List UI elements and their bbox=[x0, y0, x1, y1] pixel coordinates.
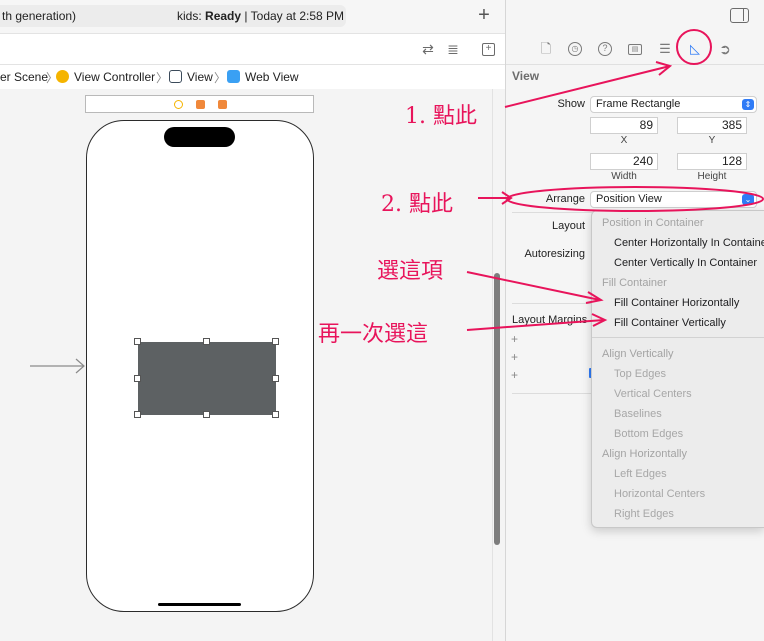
show-value: Frame Rectangle bbox=[596, 98, 681, 110]
x-label: X bbox=[620, 135, 628, 146]
build-status: kids: Ready | Today at 2:58 PM bbox=[177, 9, 344, 23]
resize-handle[interactable] bbox=[203, 338, 210, 345]
menu-item-fill-horizontally[interactable]: Fill Container Horizontally bbox=[592, 293, 764, 313]
editor-toolbar: ⇄ ≣ + bbox=[0, 33, 505, 65]
chevron-down-icon: ⌄ bbox=[742, 194, 754, 205]
add-icon[interactable]: + bbox=[476, 5, 492, 25]
scrollbar-thumb[interactable] bbox=[494, 273, 500, 545]
menu-item-vertical-centers: Vertical Centers bbox=[614, 388, 692, 400]
connections-icon[interactable]: ➲ bbox=[718, 42, 732, 56]
resize-handle[interactable] bbox=[272, 375, 279, 382]
menu-item-center-vertically[interactable]: Center Vertically In Container bbox=[592, 253, 764, 273]
arrange-menu: Position in Container Center Horizontall… bbox=[591, 210, 764, 528]
menu-header: Fill Container bbox=[602, 277, 667, 289]
arrange-popup[interactable]: Position View ⌄ bbox=[590, 191, 757, 208]
breadcrumb-view-controller[interactable]: View Controller bbox=[74, 70, 155, 84]
show-popup[interactable]: Frame Rectangle ⇕ bbox=[590, 96, 757, 113]
scheme-destination-label[interactable]: th generation) bbox=[2, 9, 76, 23]
breadcrumb: er Scene 〉 View Controller 〉 View 〉 Web … bbox=[0, 66, 505, 88]
y-label: Y bbox=[708, 135, 716, 146]
file-icon[interactable]: 🗋 bbox=[539, 42, 553, 56]
menu-item-top-edges: Top Edges bbox=[614, 368, 666, 380]
layout-margins-label: Layout Margins bbox=[512, 314, 588, 326]
view-controller-icon bbox=[56, 70, 69, 83]
add-variation-icon[interactable]: + bbox=[511, 350, 518, 364]
size-ruler-icon[interactable]: ◺ bbox=[688, 42, 702, 56]
home-indicator bbox=[158, 603, 241, 606]
related-items-icon[interactable]: ⇄ bbox=[420, 41, 436, 57]
menu-item-horizontal-centers: Horizontal Centers bbox=[614, 488, 706, 500]
status-state: Ready bbox=[205, 9, 242, 23]
width-field[interactable]: 240 bbox=[590, 153, 658, 170]
annotation-step-4: 再一次選這 bbox=[318, 322, 429, 347]
divider bbox=[512, 303, 592, 304]
chevron-updown-icon: ⇕ bbox=[742, 99, 754, 110]
entry-point-arrow[interactable] bbox=[30, 358, 86, 374]
menu-item-center-horizontally[interactable]: Center Horizontally In Container bbox=[592, 233, 764, 253]
menu-item-baselines: Baselines bbox=[614, 408, 662, 420]
status-time: | Today at 2:58 PM bbox=[244, 9, 345, 23]
resize-handle[interactable] bbox=[272, 411, 279, 418]
annotation-step-3: 選這項 bbox=[377, 259, 444, 284]
arrange-value: Position View bbox=[596, 193, 662, 205]
divider bbox=[512, 212, 592, 213]
help-icon[interactable]: ? bbox=[598, 42, 612, 56]
menu-item-right-edges: Right Edges bbox=[614, 508, 674, 520]
history-icon[interactable]: ◷ bbox=[568, 42, 582, 56]
menu-item-bottom-edges: Bottom Edges bbox=[614, 428, 684, 440]
status-app-name: kids: bbox=[177, 9, 202, 23]
breadcrumb-scene[interactable]: er Scene bbox=[0, 70, 48, 84]
identity-icon[interactable]: ▤ bbox=[628, 44, 642, 55]
inspector-toggle-icon[interactable] bbox=[730, 8, 749, 23]
height-field[interactable]: 128 bbox=[677, 153, 747, 170]
height-label: Height bbox=[697, 171, 727, 182]
layout-label: Layout bbox=[551, 220, 585, 232]
add-variation-icon[interactable]: + bbox=[511, 368, 518, 382]
attributes-icon[interactable]: ☰ bbox=[658, 42, 672, 56]
show-label: Show bbox=[557, 98, 585, 110]
add-variation-icon[interactable]: + bbox=[511, 332, 518, 346]
breadcrumb-web-view[interactable]: Web View bbox=[245, 70, 299, 84]
adjust-editor-options-icon[interactable]: ≣ bbox=[445, 41, 461, 57]
resize-handle[interactable] bbox=[203, 411, 210, 418]
menu-separator bbox=[592, 337, 764, 338]
annotation-step-2: 2. 點此 bbox=[381, 192, 453, 217]
exit-icon[interactable] bbox=[218, 100, 227, 109]
arrange-label: Arrange bbox=[545, 193, 585, 205]
dynamic-island bbox=[164, 127, 235, 147]
resize-handle[interactable] bbox=[134, 338, 141, 345]
scene-dock[interactable] bbox=[85, 95, 314, 113]
section-title: View bbox=[512, 69, 540, 83]
view-icon bbox=[169, 70, 182, 83]
view-controller-icon[interactable] bbox=[174, 100, 183, 109]
annotation-step-1: 1. 點此 bbox=[405, 104, 477, 129]
menu-header: Position in Container bbox=[602, 217, 704, 229]
breadcrumb-view[interactable]: View bbox=[187, 70, 213, 84]
chevron-right-icon: 〉 bbox=[156, 71, 169, 85]
autoresizing-label: Autoresizing bbox=[524, 248, 585, 260]
resize-handle[interactable] bbox=[272, 338, 279, 345]
web-view[interactable] bbox=[138, 342, 276, 415]
chevron-right-icon: 〉 bbox=[214, 71, 227, 85]
web-view-icon bbox=[227, 70, 240, 83]
first-responder-icon[interactable] bbox=[196, 100, 205, 109]
divider bbox=[512, 393, 592, 394]
menu-header: Align Horizontally bbox=[602, 448, 687, 460]
add-editor-icon[interactable]: + bbox=[482, 43, 495, 56]
menu-item-left-edges: Left Edges bbox=[614, 468, 667, 480]
width-label: Width bbox=[611, 171, 637, 182]
resize-handle[interactable] bbox=[134, 375, 141, 382]
menu-item-fill-vertically[interactable]: Fill Container Vertically bbox=[592, 313, 764, 333]
menu-header: Align Vertically bbox=[602, 348, 674, 360]
y-field[interactable]: 385 bbox=[677, 117, 747, 134]
resize-handle[interactable] bbox=[134, 411, 141, 418]
x-field[interactable]: 89 bbox=[590, 117, 658, 134]
